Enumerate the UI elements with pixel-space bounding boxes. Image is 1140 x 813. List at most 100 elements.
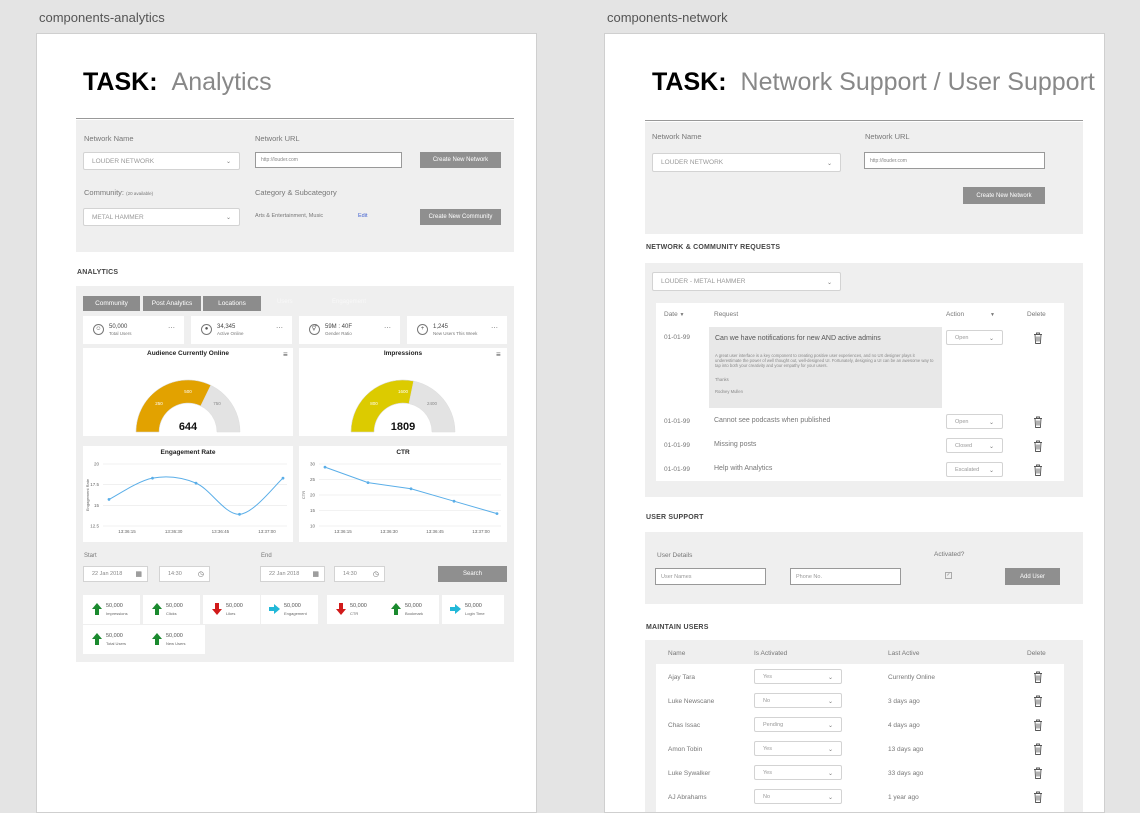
requests-filter-select[interactable]: LOUDER - METAL HAMMER ⌄: [652, 272, 841, 291]
user-name-field[interactable]: User Names: [655, 568, 766, 585]
end-time-value: 14:30: [343, 571, 357, 577]
column-request: Request: [714, 311, 739, 318]
trash-icon[interactable]: [1033, 695, 1043, 707]
arrow-up-icon: [92, 633, 102, 645]
column-action[interactable]: Action: [946, 311, 964, 318]
network-url-field[interactable]: http://louder.com: [255, 152, 402, 168]
edit-category-link[interactable]: Edit: [358, 213, 367, 219]
create-community-button[interactable]: Create New Community: [420, 209, 501, 225]
more-options-icon[interactable]: ⋯: [491, 324, 498, 332]
action-select[interactable]: Open ⌄: [946, 330, 1003, 345]
trash-icon[interactable]: [1033, 767, 1043, 779]
more-options-icon[interactable]: ⋯: [384, 324, 391, 332]
metric-value: 50,000: [284, 603, 301, 609]
is-activated-select[interactable]: Yes ⌄: [754, 669, 842, 684]
action-value: Closed: [955, 442, 973, 449]
network-url-field[interactable]: http://louder.com: [864, 152, 1045, 169]
hamburger-menu-icon[interactable]: ≡: [283, 350, 288, 359]
metric-value: 50,000: [166, 603, 183, 609]
phone-field[interactable]: Phone No.: [790, 568, 901, 585]
network-name-select[interactable]: LOUDER NETWORK ⌄: [652, 153, 841, 172]
column-date-label: Date: [664, 311, 678, 318]
tab-users[interactable]: Users: [277, 299, 293, 305]
action-value: Open: [955, 418, 969, 425]
user-name: Chas Issac: [668, 722, 701, 729]
action-value: Escalated: [955, 466, 980, 473]
engagement-chart-title: Engagement Rate: [160, 449, 216, 456]
search-button[interactable]: Search: [438, 566, 507, 582]
action-value: Open: [955, 334, 969, 341]
gauge-tick-label: 250: [155, 401, 163, 406]
more-options-icon[interactable]: ⋯: [276, 324, 283, 332]
more-options-icon[interactable]: ⋯: [168, 324, 175, 332]
end-date-field[interactable]: 22 Jan 2018 ▦: [260, 566, 325, 582]
tab-engagement[interactable]: Engagement: [332, 299, 366, 305]
task-title: Analytics: [171, 68, 272, 96]
user-name: Ajay Tara: [668, 674, 695, 681]
network-name-select[interactable]: LOUDER NETWORK ⌄: [83, 152, 240, 170]
expanded-request: Can we have notifications for new AND ac…: [709, 327, 942, 408]
trash-icon[interactable]: [1033, 464, 1043, 476]
start-time-field[interactable]: 14:30 ◷: [159, 566, 210, 582]
is-activated-select[interactable]: No ⌄: [754, 693, 842, 708]
is-activated-select[interactable]: Pending ⌄: [754, 717, 842, 732]
trash-icon[interactable]: [1033, 671, 1043, 683]
network-name-value: LOUDER NETWORK: [661, 159, 724, 166]
add-user-button[interactable]: Add User: [1005, 568, 1060, 585]
trash-icon[interactable]: [1033, 440, 1043, 452]
chevron-down-icon: ⌄: [827, 722, 833, 729]
trash-icon[interactable]: [1033, 791, 1043, 803]
is-activated-select[interactable]: Yes ⌄: [754, 765, 842, 780]
column-date[interactable]: Date ▼: [664, 311, 685, 318]
hamburger-menu-icon[interactable]: ≡: [496, 350, 501, 359]
end-time-field[interactable]: 14:30 ◷: [334, 566, 385, 582]
y-axis-label: Engagement Rate: [85, 478, 90, 511]
task-prefix: TASK:: [83, 68, 158, 96]
arrow-right-icon: [269, 604, 280, 614]
is-activated-select[interactable]: No ⌄: [754, 789, 842, 804]
gauge-tick-label: 2400: [427, 401, 438, 406]
data-point: [366, 481, 370, 484]
is-activated-value: Yes: [763, 745, 772, 752]
chevron-down-icon: ⌄: [827, 674, 833, 681]
trash-icon[interactable]: [1033, 332, 1043, 344]
gauge-tick-label: 500: [184, 389, 192, 394]
last-active: Currently Online: [888, 674, 935, 681]
stat-value: 59M : 40F: [325, 324, 353, 330]
last-active: 3 days ago: [888, 698, 920, 705]
start-date-field[interactable]: 22 Jan 2018 ▦: [83, 566, 148, 582]
action-select[interactable]: Open ⌄: [946, 414, 1003, 429]
action-select[interactable]: Escalated ⌄: [946, 462, 1003, 477]
user-details-label: User Details: [657, 552, 693, 559]
create-network-button[interactable]: Create New Network: [420, 152, 501, 168]
tab-locations[interactable]: Locations: [203, 296, 261, 311]
metric-value: 50,000: [166, 633, 183, 639]
request-date: 01-01-99: [664, 418, 691, 425]
trash-icon[interactable]: [1033, 719, 1043, 731]
is-activated-value: Yes: [763, 769, 772, 776]
end-label: End: [261, 553, 272, 559]
action-select[interactable]: Closed ⌄: [946, 438, 1003, 453]
audience-gauge: 25050075001000644: [135, 379, 241, 433]
metric-value: 50,000: [106, 603, 123, 609]
sort-down-icon[interactable]: ▼: [990, 312, 995, 318]
chevron-down-icon: ⌄: [988, 443, 994, 450]
maintain-users-heading: MAINTAIN USERS: [646, 624, 709, 631]
task-title: Network Support / User Support: [740, 68, 1095, 96]
data-point: [323, 465, 327, 469]
community-select[interactable]: METAL HAMMER ⌄: [83, 208, 240, 226]
create-network-button[interactable]: Create New Network: [963, 187, 1045, 204]
column-delete: Delete: [1027, 650, 1046, 657]
trash-icon[interactable]: [1033, 416, 1043, 428]
stat-card: ☺ 50,000 Total Users ⋯: [83, 316, 184, 344]
start-label: Start: [84, 553, 97, 559]
arrow-down-icon: [336, 603, 346, 615]
tab-community[interactable]: Community: [83, 296, 140, 311]
column-name: Name: [668, 650, 686, 657]
activated-checkbox[interactable]: ✓: [945, 572, 952, 579]
is-activated-select[interactable]: Yes ⌄: [754, 741, 842, 756]
tab-post-analytics[interactable]: Post Analytics: [143, 296, 201, 311]
y-tick-label: 15: [94, 503, 100, 508]
trash-icon[interactable]: [1033, 743, 1043, 755]
metric-value: 50,000: [350, 603, 367, 609]
